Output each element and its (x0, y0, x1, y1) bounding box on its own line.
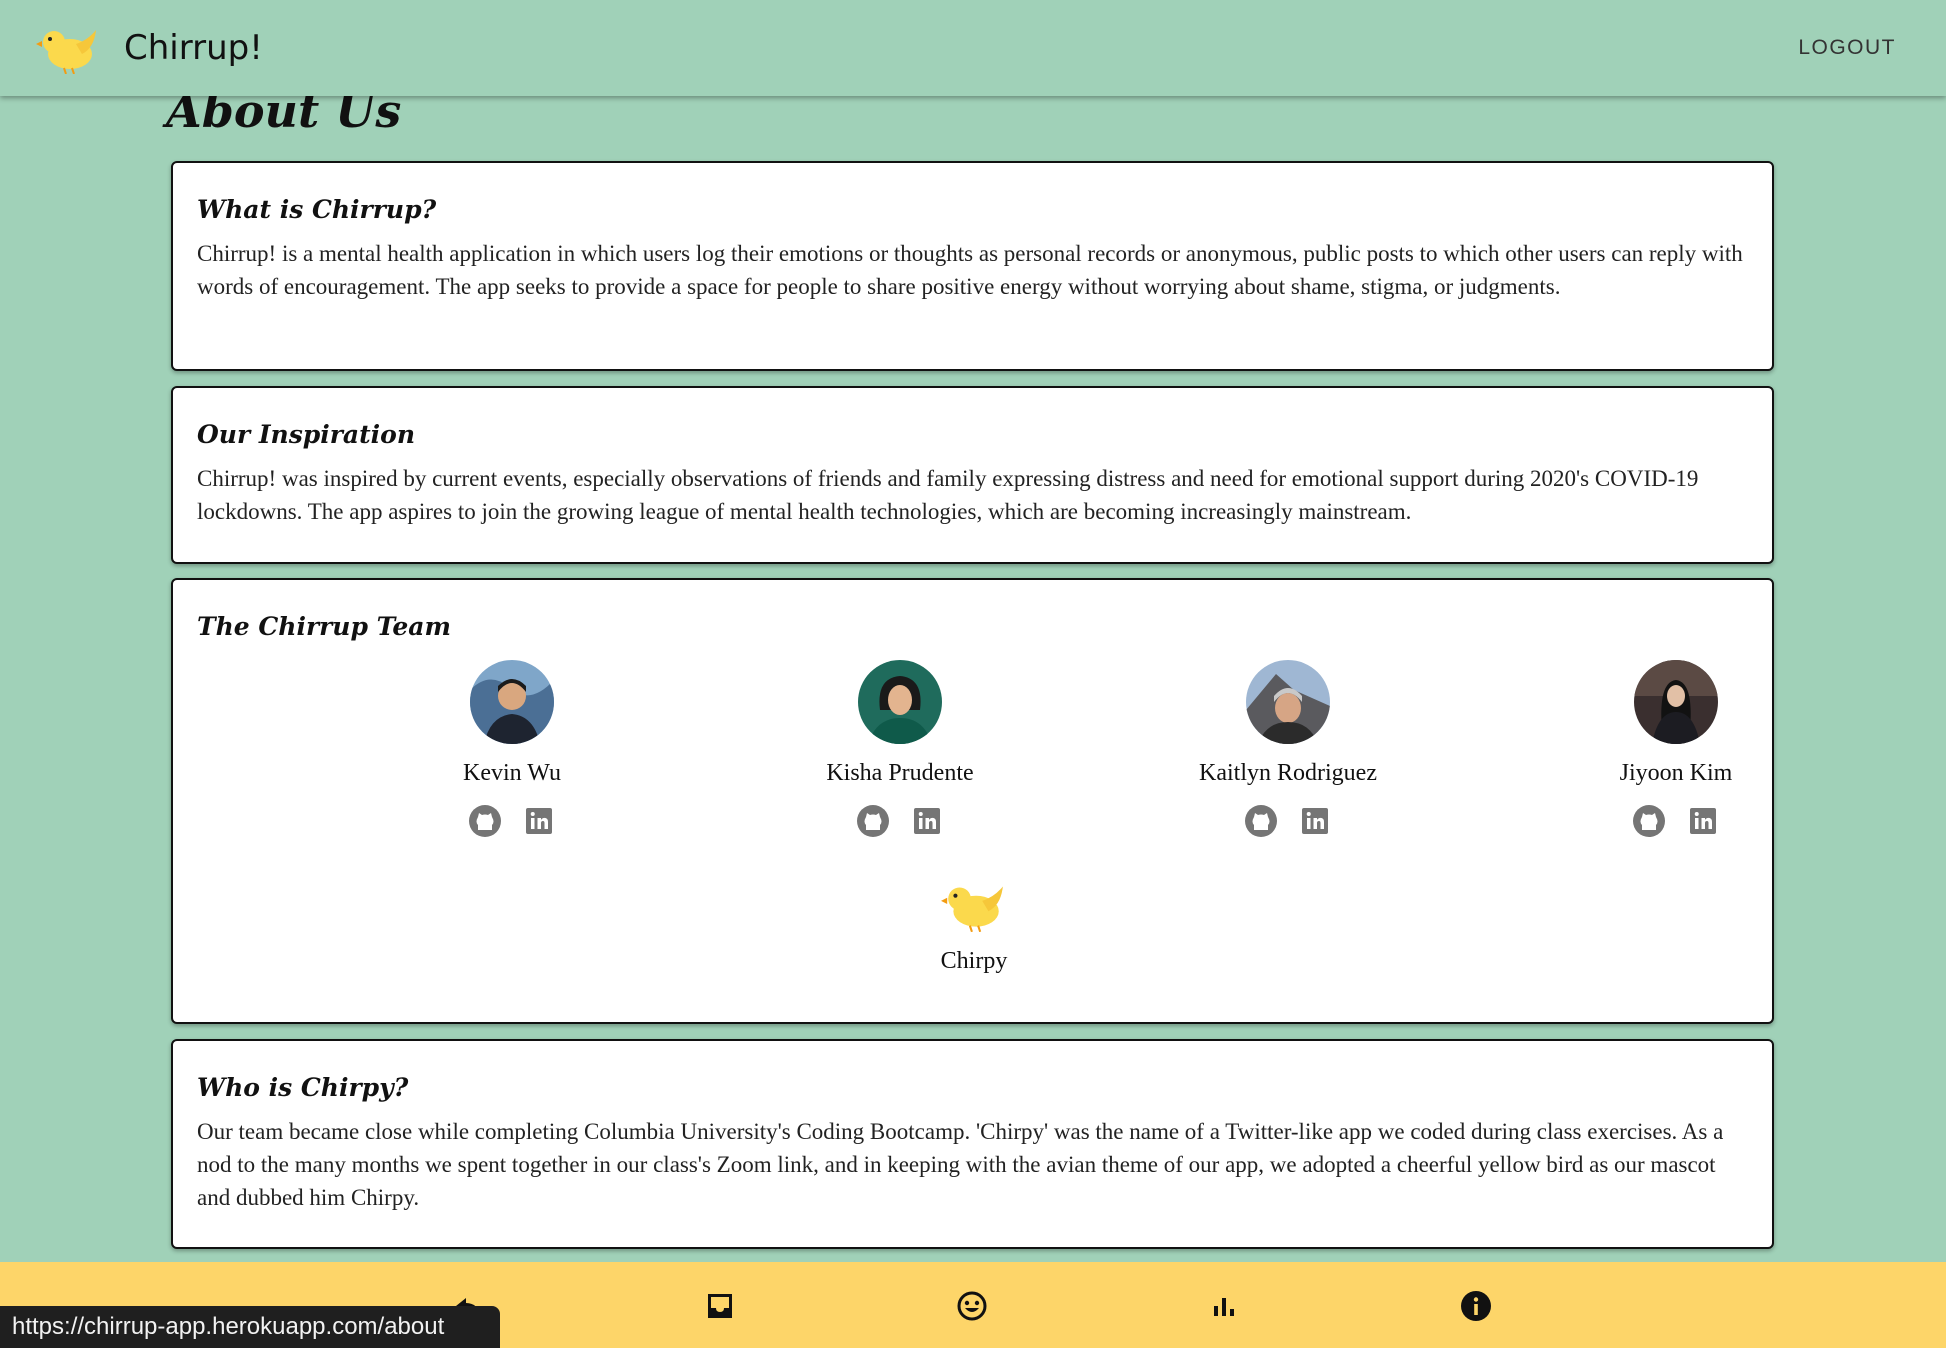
team-member: Kaitlyn Rodriguez (1168, 660, 1408, 839)
github-icon[interactable] (467, 803, 503, 839)
member-links (1168, 803, 1408, 839)
member-links (1556, 803, 1796, 839)
info-icon (1461, 1291, 1491, 1321)
github-icon[interactable] (855, 803, 891, 839)
chick-logo-icon (36, 30, 96, 74)
nav-stats-button[interactable] (1208, 1290, 1240, 1322)
nav-inbox-button[interactable] (704, 1290, 736, 1322)
github-icon[interactable] (1631, 803, 1667, 839)
linkedin-icon[interactable] (909, 803, 945, 839)
app-name: Chirrup! (124, 28, 263, 68)
github-icon[interactable] (1243, 803, 1279, 839)
avatar (858, 660, 942, 744)
member-name: Kisha Prudente (826, 760, 974, 786)
chick-mascot-icon (941, 886, 1003, 932)
mascot-name: Chirpy (940, 948, 1008, 974)
card-title: Who is Chirpy? (197, 1073, 409, 1102)
who-is-chirpy-card: Who is Chirpy? Our team became close whi… (171, 1039, 1774, 1249)
team-member: Jiyoon Kim (1556, 660, 1796, 839)
smiley-icon (957, 1291, 987, 1321)
nav-mood-button[interactable] (956, 1290, 988, 1322)
avatar (1246, 660, 1330, 744)
brand[interactable]: Chirrup! (36, 22, 263, 74)
linkedin-icon[interactable] (1297, 803, 1333, 839)
avatar (1634, 660, 1718, 744)
avatar (470, 660, 554, 744)
browser-status-url: https://chirrup-app.herokuapp.com/about (0, 1306, 500, 1348)
logout-button[interactable]: LOGOUT (1798, 36, 1896, 60)
member-name: Kevin Wu (463, 760, 561, 786)
member-links (780, 803, 1020, 839)
inbox-icon (708, 1294, 732, 1318)
member-name: Kaitlyn Rodriguez (1199, 760, 1377, 786)
top-app-bar: Chirrup! LOGOUT (0, 0, 1946, 96)
linkedin-icon[interactable] (521, 803, 557, 839)
our-inspiration-card: Our Inspiration Chirrup! was inspired by… (171, 386, 1774, 564)
card-title: The Chirrup Team (197, 612, 451, 641)
card-text: Chirrup! is a mental health application … (197, 241, 1743, 299)
team-member: Kevin Wu (392, 660, 632, 839)
team-member: Kisha Prudente (780, 660, 1020, 839)
what-is-chirrup-card: What is Chirrup? Chirrup! is a mental he… (171, 161, 1774, 371)
linkedin-icon[interactable] (1685, 803, 1721, 839)
member-links (392, 803, 632, 839)
card-text: Our team became close while completing C… (197, 1119, 1724, 1210)
card-text: Chirrup! was inspired by current events,… (197, 466, 1699, 524)
card-title: What is Chirrup? (197, 195, 437, 224)
team-card: The Chirrup Team Kevin Wu Kisha Prudente… (171, 578, 1774, 1024)
member-name: Jiyoon Kim (1619, 760, 1733, 786)
nav-about-button[interactable] (1460, 1290, 1492, 1322)
bar-chart-icon (1214, 1298, 1234, 1316)
card-title: Our Inspiration (197, 420, 416, 449)
mascot: Chirpy (884, 878, 1064, 975)
